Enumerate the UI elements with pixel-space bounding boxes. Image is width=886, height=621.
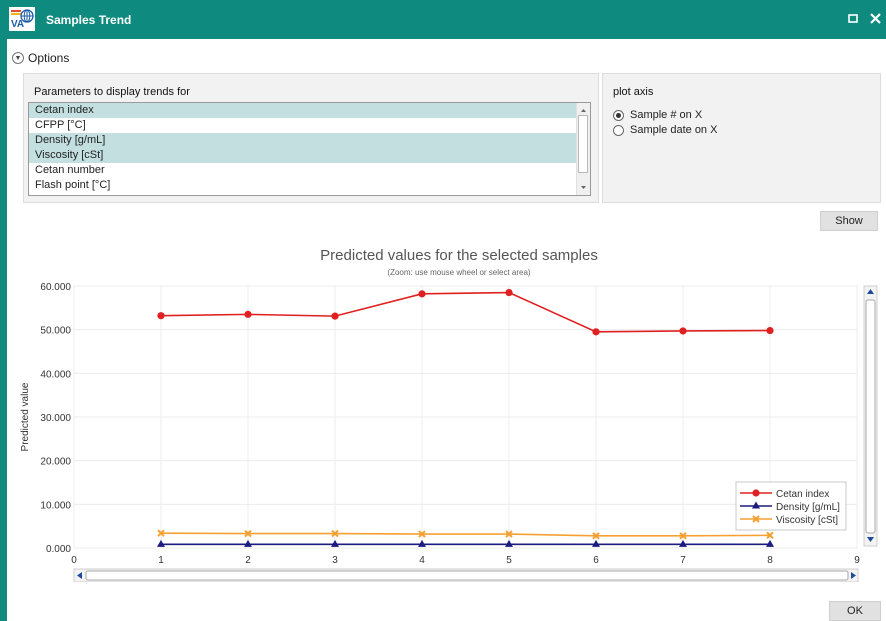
close-button[interactable] [865, 9, 885, 29]
x-tick-label: 0 [71, 555, 77, 566]
chevron-down-icon: ▼ [12, 52, 24, 64]
listbox-scrollbar[interactable] [576, 103, 590, 195]
x-tick-label: 7 [680, 555, 686, 566]
y-tick-label: 40.000 [40, 369, 71, 380]
data-point-circle[interactable] [244, 310, 252, 318]
x-tick-label: 6 [593, 555, 599, 566]
x-tick-label: 8 [767, 555, 773, 566]
scroll-up-icon[interactable] [577, 105, 590, 115]
radio-label: Sample date on X [630, 124, 718, 136]
data-point-circle[interactable] [766, 326, 774, 335]
chart-horizontal-scroll-thumb[interactable] [85, 570, 849, 581]
x-tick-label: 1 [158, 555, 164, 566]
options-label: Options [28, 51, 70, 65]
data-point-circle[interactable] [679, 327, 687, 335]
chart-title: Predicted values for the selected sample… [320, 247, 598, 264]
listbox-scroll-thumb[interactable] [578, 115, 588, 173]
window-title: Samples Trend [46, 13, 132, 27]
maximize-icon [848, 14, 858, 23]
svg-text:VA: VA [11, 19, 24, 30]
data-point-circle[interactable] [331, 312, 339, 320]
options-expander[interactable]: ▼ Options [12, 51, 69, 65]
parameters-panel-title: Parameters to display trends for [34, 86, 190, 98]
x-tick-label: 2 [245, 555, 251, 566]
close-icon [869, 13, 881, 24]
radio-label: Sample # on X [630, 109, 703, 121]
app-logo-icon: VA [9, 7, 35, 31]
list-item[interactable]: Density [g/mL] [29, 133, 590, 148]
radio-sample-date[interactable]: Sample date on X [613, 124, 717, 136]
data-point-circle[interactable] [505, 288, 513, 297]
list-item[interactable]: Cetan number [29, 163, 590, 178]
y-tick-label: 30.000 [40, 413, 71, 424]
x-tick-label: 4 [419, 555, 425, 566]
data-point-circle[interactable] [418, 290, 426, 298]
y-axis-label: Predicted value [20, 382, 31, 451]
legend-label: Density [g/mL] [776, 502, 840, 513]
maximize-button[interactable] [843, 9, 863, 29]
chart-vertical-scroll-thumb[interactable] [865, 299, 876, 534]
ok-button[interactable]: OK [829, 601, 881, 621]
legend-label: Viscosity [cSt] [776, 515, 838, 526]
list-item[interactable]: Cetan index [29, 103, 590, 118]
y-tick-label: 60.000 [40, 282, 71, 293]
radio-unchecked-icon [613, 124, 624, 136]
trend-chart[interactable]: Predicted values for the selected sample… [7, 242, 886, 582]
scroll-down-icon[interactable] [577, 183, 590, 193]
list-item[interactable]: CFPP [°C] [29, 118, 590, 133]
y-tick-label: 50.000 [40, 326, 71, 337]
chart-subtitle: (Zoom: use mouse wheel or select area) [387, 268, 531, 277]
x-tick-label: 9 [854, 555, 860, 566]
title-bar: VA Samples Trend [0, 0, 886, 39]
y-tick-label: 20.000 [40, 457, 71, 468]
x-tick-label: 5 [506, 555, 512, 566]
y-tick-label: 0.000 [46, 544, 71, 555]
list-item[interactable]: Flash point [°C] [29, 178, 590, 193]
radio-checked-icon [613, 109, 624, 121]
radio-sample-number[interactable]: Sample # on X [613, 109, 702, 121]
window-frame-left [0, 0, 7, 621]
legend-label: Cetan index [776, 489, 829, 500]
x-tick-label: 3 [332, 555, 338, 566]
data-point-circle[interactable] [157, 312, 165, 320]
y-tick-label: 10.000 [40, 500, 71, 511]
list-item[interactable]: Viscosity [cSt] [29, 148, 590, 163]
content-area: ▼ Options Parameters to display trends f… [7, 39, 886, 621]
parameters-listbox[interactable]: Cetan index CFPP [°C] Density [g/mL] Viscos… [28, 102, 591, 196]
plot-axis-panel-title: plot axis [613, 86, 654, 98]
data-point-circle[interactable] [752, 489, 760, 497]
data-point-circle[interactable] [592, 328, 600, 336]
show-button[interactable]: Show [820, 211, 878, 231]
